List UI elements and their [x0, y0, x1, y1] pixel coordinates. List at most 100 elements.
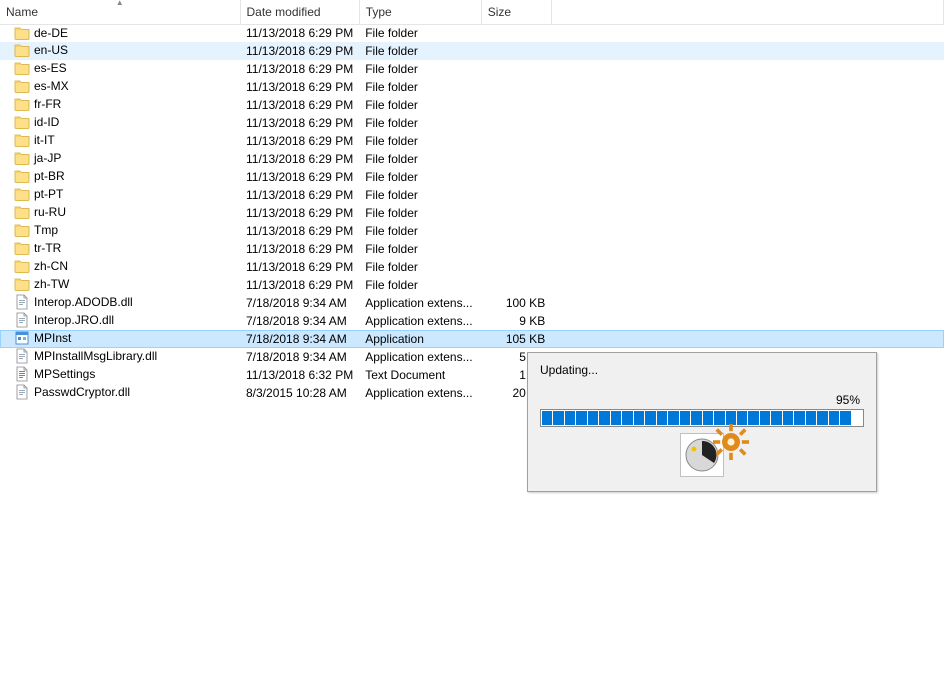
name-cell[interactable]: Interop.JRO.dll [0, 312, 240, 328]
column-header-date[interactable]: Date modified [240, 0, 359, 24]
file-name: Interop.ADODB.dll [34, 295, 133, 309]
file-name: MPInstallMsgLibrary.dll [34, 349, 157, 363]
name-cell[interactable]: fr-FR [0, 96, 240, 112]
table-row[interactable]: zh-TW11/13/2018 6:29 PMFile folder [0, 276, 944, 294]
column-label: Name [6, 5, 38, 19]
folder-icon [14, 78, 30, 94]
folder-icon [14, 114, 30, 130]
column-header-type[interactable]: Type [359, 0, 481, 24]
table-row[interactable]: Interop.ADODB.dll7/18/2018 9:34 AMApplic… [0, 294, 944, 312]
column-header-size[interactable]: Size [481, 0, 551, 24]
name-cell[interactable]: Interop.ADODB.dll [0, 294, 240, 310]
table-row[interactable]: ja-JP11/13/2018 6:29 PMFile folder [0, 150, 944, 168]
size-cell: 9 KB [481, 312, 551, 330]
size-cell: 100 KB [481, 294, 551, 312]
name-cell[interactable]: pt-PT [0, 186, 240, 202]
file-name: ru-RU [34, 205, 66, 219]
type-cell: File folder [359, 132, 481, 150]
name-cell[interactable]: MPSettings [0, 366, 240, 382]
name-cell[interactable]: de-DE [0, 25, 240, 41]
name-cell[interactable]: ru-RU [0, 204, 240, 220]
file-name: es-MX [34, 79, 69, 93]
date-cell: 7/18/2018 9:34 AM [240, 330, 359, 348]
progress-bar [540, 409, 864, 427]
folder-icon [14, 132, 30, 148]
table-row[interactable]: pt-BR11/13/2018 6:29 PMFile folder [0, 168, 944, 186]
progress-segment [645, 411, 655, 425]
size-cell [481, 276, 551, 294]
file-name: Tmp [34, 223, 58, 237]
date-cell: 11/13/2018 6:29 PM [240, 186, 359, 204]
type-cell: File folder [359, 60, 481, 78]
name-cell[interactable]: Tmp [0, 222, 240, 238]
progress-segment [726, 411, 736, 425]
size-cell [481, 222, 551, 240]
type-cell: File folder [359, 42, 481, 60]
table-row[interactable]: zh-CN11/13/2018 6:29 PMFile folder [0, 258, 944, 276]
text-icon [14, 366, 30, 382]
table-row[interactable]: en-US11/13/2018 6:29 PMFile folder [0, 42, 944, 60]
type-cell: File folder [359, 276, 481, 294]
table-row[interactable]: Tmp11/13/2018 6:29 PMFile folder [0, 222, 944, 240]
date-cell: 11/13/2018 6:29 PM [240, 168, 359, 186]
name-cell[interactable]: PasswdCryptor.dll [0, 384, 240, 400]
progress-segment [622, 411, 632, 425]
size-cell [481, 240, 551, 258]
size-cell [481, 186, 551, 204]
type-cell: Application extens... [359, 348, 481, 366]
date-cell: 11/13/2018 6:29 PM [240, 114, 359, 132]
name-cell[interactable]: en-US [0, 42, 240, 58]
size-cell [481, 60, 551, 78]
progress-segment [783, 411, 793, 425]
date-cell: 11/13/2018 6:29 PM [240, 132, 359, 150]
column-label: Date modified [247, 5, 321, 19]
table-row[interactable]: tr-TR11/13/2018 6:29 PMFile folder [0, 240, 944, 258]
file-name: zh-TW [34, 277, 69, 291]
name-cell[interactable]: MPInstallMsgLibrary.dll [0, 348, 240, 364]
table-row[interactable]: id-ID11/13/2018 6:29 PMFile folder [0, 114, 944, 132]
table-row[interactable]: ru-RU11/13/2018 6:29 PMFile folder [0, 204, 944, 222]
column-header-name[interactable]: Name ▲ [0, 0, 240, 24]
progress-segment [737, 411, 747, 425]
progress-segment [794, 411, 804, 425]
file-name: de-DE [34, 26, 68, 40]
size-cell [481, 96, 551, 114]
file-icon [14, 348, 30, 364]
file-name: MPSettings [34, 367, 95, 381]
type-cell: Application extens... [359, 294, 481, 312]
date-cell: 11/13/2018 6:29 PM [240, 204, 359, 222]
progress-segment [668, 411, 678, 425]
name-cell[interactable]: zh-CN [0, 258, 240, 274]
table-row[interactable]: es-MX11/13/2018 6:29 PMFile folder [0, 78, 944, 96]
table-row[interactable]: es-ES11/13/2018 6:29 PMFile folder [0, 60, 944, 78]
app-icon [14, 330, 30, 346]
file-name: fr-FR [34, 97, 61, 111]
table-row[interactable]: fr-FR11/13/2018 6:29 PMFile folder [0, 96, 944, 114]
name-cell[interactable]: es-MX [0, 78, 240, 94]
gear-icon [713, 424, 733, 444]
name-cell[interactable]: ja-JP [0, 150, 240, 166]
folder-icon [14, 168, 30, 184]
name-cell[interactable]: it-IT [0, 132, 240, 148]
name-cell[interactable]: zh-TW [0, 276, 240, 292]
table-row[interactable]: pt-PT11/13/2018 6:29 PMFile folder [0, 186, 944, 204]
type-cell: File folder [359, 78, 481, 96]
table-row[interactable]: de-DE11/13/2018 6:29 PMFile folder [0, 24, 944, 42]
name-cell[interactable]: es-ES [0, 60, 240, 76]
progress-segment [542, 411, 552, 425]
table-row[interactable]: MPInst7/18/2018 9:34 AMApplication105 KB [0, 330, 944, 348]
name-cell[interactable]: tr-TR [0, 240, 240, 256]
size-cell [481, 78, 551, 96]
name-cell[interactable]: MPInst [0, 330, 240, 346]
date-cell: 11/13/2018 6:29 PM [240, 96, 359, 114]
table-row[interactable]: it-IT11/13/2018 6:29 PMFile folder [0, 132, 944, 150]
table-row[interactable]: Interop.JRO.dll7/18/2018 9:34 AMApplicat… [0, 312, 944, 330]
name-cell[interactable]: pt-BR [0, 168, 240, 184]
file-name: pt-PT [34, 187, 63, 201]
progress-segment [680, 411, 690, 425]
dialog-title: Updating... [540, 363, 864, 377]
file-name: MPInst [34, 331, 71, 345]
name-cell[interactable]: id-ID [0, 114, 240, 130]
progress-segment [703, 411, 713, 425]
folder-icon [14, 222, 30, 238]
